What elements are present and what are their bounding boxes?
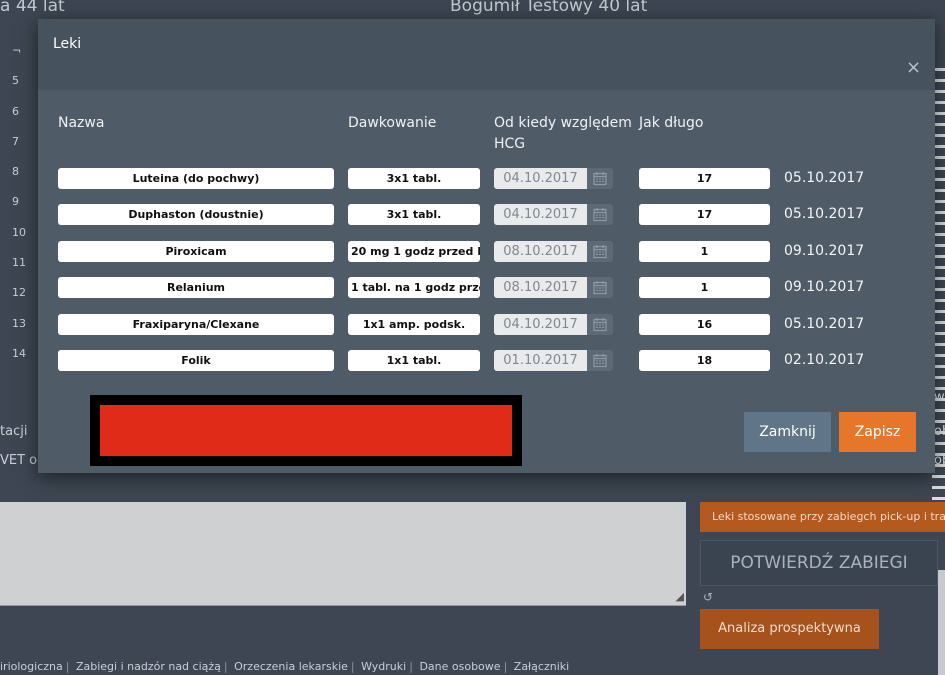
medication-row: Relanium 1 tabl. na 1 godz przed I 08.10… — [38, 277, 935, 301]
row-number: 5 — [12, 74, 19, 88]
row-number: 14 — [12, 346, 26, 360]
start-date-input[interactable]: 04.10.2017 — [494, 168, 587, 189]
medication-name-input[interactable]: Duphaston (doustnie) — [58, 204, 334, 225]
medication-row: Folik 1x1 tabl. 01.10.2017 18 02.10.2017 — [38, 350, 935, 374]
start-date-input[interactable]: 04.10.2017 — [494, 204, 587, 225]
row-number: 10 — [12, 225, 26, 239]
duration-input[interactable]: 17 — [639, 204, 770, 225]
calendar-icon[interactable] — [587, 204, 613, 225]
row-number: 11 — [12, 256, 26, 270]
close-icon[interactable]: × — [906, 57, 921, 78]
bg-right-label: wi — [934, 390, 945, 405]
duration-input[interactable]: 1 — [639, 277, 770, 298]
medication-row: Luteina (do pochwy) 3x1 tabl. 04.10.2017… — [38, 168, 935, 192]
end-date: 05.10.2017 — [784, 206, 865, 222]
modal-title: Leki — [53, 36, 82, 52]
scrollbar[interactable] — [938, 570, 945, 675]
end-date: 05.10.2017 — [784, 316, 865, 332]
start-date-input[interactable]: 04.10.2017 — [494, 314, 587, 335]
medication-row: Fraxiparyna/Clexane 1x1 amp. podsk. 04.1… — [38, 314, 935, 338]
duration-input[interactable]: 18 — [639, 350, 770, 371]
header-name: Nazwa — [58, 115, 105, 131]
save-button[interactable]: Zapisz — [839, 412, 916, 452]
calendar-icon[interactable] — [587, 277, 613, 298]
confirm-procedures-button[interactable]: POTWIERDŹ ZABIEGI — [700, 540, 938, 586]
notes-textarea[interactable]: ◢ — [0, 502, 686, 606]
duration-input[interactable]: 16 — [639, 314, 770, 335]
row-number: 8 — [12, 165, 19, 179]
row-number: 9 — [12, 195, 19, 209]
medications-modal: Leki × Nazwa Dawkowanie Od kiedy względe… — [38, 19, 935, 473]
start-date-input[interactable]: 01.10.2017 — [494, 350, 587, 371]
footer-tab[interactable]: Zabiegi i nadzór nad ciążą — [76, 660, 221, 673]
medication-row: Piroxicam 20 mg 1 godz przed ET 08.10.20… — [38, 241, 935, 265]
bg-right-label: ob — [934, 453, 945, 468]
footer-tab[interactable]: iriologiczna — [0, 660, 63, 673]
dosage-input[interactable]: 3x1 tabl. — [348, 168, 480, 189]
footer-tab[interactable]: Dane osobowe — [419, 660, 500, 673]
medication-name-input[interactable]: Folik — [58, 350, 334, 371]
patient-left-name: a 44 lat — [0, 0, 65, 16]
end-date: 02.10.2017 — [784, 352, 865, 368]
row-number: 12 — [12, 286, 26, 300]
header-dosage: Dawkowanie — [348, 115, 437, 131]
calendar-icon[interactable] — [587, 314, 613, 335]
calendar-icon[interactable] — [587, 241, 613, 262]
footer-tab[interactable]: Orzeczenia lekarskie — [234, 660, 348, 673]
footer-tab[interactable]: Wydruki — [361, 660, 406, 673]
calendar-icon[interactable] — [587, 350, 613, 371]
duration-input[interactable]: 17 — [639, 168, 770, 189]
duration-input[interactable]: 1 — [639, 241, 770, 262]
dosage-input[interactable]: 20 mg 1 godz przed ET — [348, 241, 480, 262]
close-button[interactable]: Zamknij — [744, 412, 831, 452]
dosage-input[interactable]: 1 tabl. na 1 godz przed I — [348, 277, 480, 298]
start-date-input[interactable]: 08.10.2017 — [494, 241, 587, 262]
history-icon[interactable]: ↺ — [703, 590, 713, 604]
footer-tabs: iriologiczna | Zabiegi i nadzór nad ciążą… — [0, 660, 570, 673]
patient-center-name: Bogumił Testowy 40 lat — [450, 0, 648, 16]
redaction-box — [100, 405, 512, 456]
end-date: 05.10.2017 — [784, 170, 865, 186]
row-number: 13 — [12, 316, 26, 330]
header-since-hcg: Od kiedy względem HCG — [494, 115, 632, 152]
bg-right-label: ob — [934, 424, 945, 439]
footer-tab[interactable]: Załączniki — [514, 660, 569, 673]
calendar-icon[interactable] — [587, 168, 613, 189]
dosage-input[interactable]: 1x1 amp. podsk. — [348, 314, 480, 335]
end-date: 09.10.2017 — [784, 243, 865, 259]
medication-name-input[interactable]: Piroxicam — [58, 241, 334, 262]
row-number: ¬ — [12, 44, 22, 57]
dosage-input[interactable]: 1x1 tabl. — [348, 350, 480, 371]
row-number: 7 — [12, 134, 19, 148]
medication-name-input[interactable]: Fraxiparyna/Clexane — [58, 314, 334, 335]
medication-row: Duphaston (doustnie) 3x1 tabl. 04.10.201… — [38, 204, 935, 228]
prospective-analysis-button[interactable]: Analiza prospektywna — [700, 609, 879, 649]
medications-bar[interactable]: Leki stosowane przy zabiegch pick-up i t… — [700, 502, 945, 532]
patient-header: a 44 lat Bogumił Testowy 40 lat — [0, 0, 945, 20]
modal-header: Leki × — [38, 19, 935, 90]
row-numbers: ¬ 5 6 7 8 9 10 11 12 13 14 — [12, 44, 26, 377]
row-number: 6 — [12, 104, 19, 118]
medication-name-input[interactable]: Relanium — [58, 277, 334, 298]
bg-left-label: tacji — [0, 424, 28, 439]
redacted-area — [90, 395, 522, 466]
start-date-input[interactable]: 08.10.2017 — [494, 277, 587, 298]
end-date: 09.10.2017 — [784, 279, 865, 295]
medication-name-input[interactable]: Luteina (do pochwy) — [58, 168, 334, 189]
dosage-input[interactable]: 3x1 tabl. — [348, 204, 480, 225]
resize-handle-icon[interactable]: ◢ — [676, 590, 684, 603]
header-duration: Jak długo — [639, 115, 704, 131]
